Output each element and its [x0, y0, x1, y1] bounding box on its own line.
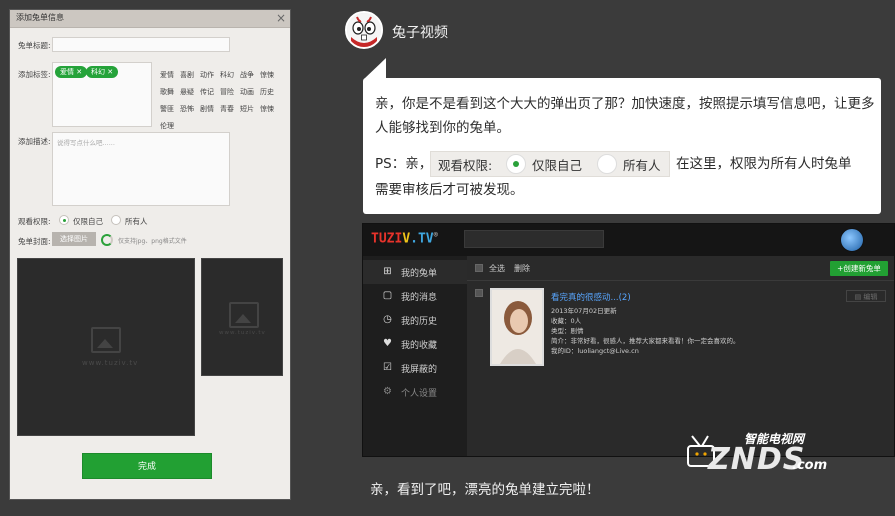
- tag-option[interactable]: 爱情: [160, 69, 180, 83]
- cover-label: 兔单封面:: [18, 237, 51, 246]
- znds-watermark: 智能电视网 ZNDS .com: [686, 428, 836, 480]
- radio-only-me-large[interactable]: [506, 154, 526, 174]
- tag-option[interactable]: 剧情: [200, 103, 220, 117]
- sidebar-item-history[interactable]: ◷ 我的历史: [363, 308, 467, 332]
- choose-image-button[interactable]: 选择图片: [52, 232, 96, 246]
- znds-main-text: ZNDS: [708, 442, 806, 477]
- tuziv-app-window: TUZIV.TV® ⊞ 我的兔单 ▢ 我的消息 ◷ 我的历史 ♥ 我的收藏 ☑ 我屏蔽的 …: [362, 223, 895, 457]
- heart-icon: ♥: [383, 338, 392, 349]
- tag-chip-scifi[interactable]: 科幻 ✕: [86, 66, 119, 78]
- close-icon[interactable]: ×: [276, 10, 286, 26]
- sidebar-item-my-tudan[interactable]: ⊞ 我的兔单: [363, 260, 469, 284]
- list-toolbar: 全选 删除 +创建新兔单: [467, 256, 894, 281]
- radio-only-me-label: 仅限自己: [73, 217, 103, 226]
- radio-everyone-large[interactable]: [597, 154, 617, 174]
- plus-square-icon: ⊞: [383, 266, 392, 277]
- footer-message: 亲，看到了吧，漂亮的兔单建立完啦！: [370, 482, 600, 498]
- clock-icon: ◷: [383, 314, 392, 325]
- tag-option[interactable]: 传记: [200, 86, 220, 100]
- tag-options: 爱情 喜剧 动作 科幻 战争 惊悚 歌舞 悬疑 传记 冒险 动画 历史 警匪 恐怖 剧情 青春 短片 惊悚 伦…: [160, 66, 282, 134]
- permission-strip-label: 观看权限:: [438, 158, 493, 173]
- tag-option[interactable]: 冒险: [220, 86, 240, 100]
- radio-only-me[interactable]: [59, 215, 69, 225]
- checkbox-icon: ☑: [383, 362, 392, 373]
- tag-option[interactable]: 青春: [220, 103, 240, 117]
- image-hint: 仅支持jpg、png格式文件: [118, 238, 187, 245]
- main-panel: 全选 删除 +创建新兔单 看完真的很感动...(2) 2013年07月02日更新…: [467, 256, 894, 456]
- sidebar: ⊞ 我的兔单 ▢ 我的消息 ◷ 我的历史 ♥ 我的收藏 ☑ 我屏蔽的 ⚙ 个人设置: [363, 256, 469, 456]
- sidebar-item-blocked[interactable]: ☑ 我屏蔽的: [363, 356, 467, 380]
- select-all-label[interactable]: 全选: [489, 263, 505, 274]
- tag-option[interactable]: 战争: [240, 69, 260, 83]
- tags-label: 添加标签:: [18, 70, 51, 79]
- chat-bubble: 亲，你是不是看到这个大大的弹出页了那？加快速度，按照提示填写信息吧，让更多人能够…: [363, 78, 881, 214]
- sidebar-item-settings[interactable]: ⚙ 个人设置: [363, 380, 467, 404]
- tag-option[interactable]: 恐怖: [180, 103, 200, 117]
- select-all-checkbox[interactable]: [475, 264, 483, 272]
- znds-suffix-text: .com: [792, 458, 828, 473]
- delete-button[interactable]: 删除: [514, 263, 530, 274]
- item-checkbox[interactable]: [475, 289, 483, 297]
- placeholder-watermark: www.tuziv.tv: [82, 359, 139, 367]
- message-square-icon: ▢: [382, 290, 393, 301]
- tag-option[interactable]: 历史: [260, 86, 280, 100]
- item-myid: 我的ID：luoliangct@Live.cn: [551, 347, 639, 355]
- tuziv-logo[interactable]: TUZIV.TV®: [371, 231, 438, 246]
- chat-username: 兔子视频: [392, 25, 448, 41]
- tag-option[interactable]: 警匪: [160, 103, 180, 117]
- edit-icon: ▤: [854, 293, 862, 301]
- item-collect-count: 收藏：0人: [551, 317, 582, 325]
- desc-label: 添加描述:: [18, 137, 51, 146]
- dialog-header: 添加兔单信息 ×: [10, 10, 290, 28]
- image-placeholder-icon: [91, 327, 121, 353]
- desc-placeholder: 说得写点什么吧......: [57, 139, 115, 147]
- chat-message-line3: 需要审核后才可被发现。: [375, 182, 524, 198]
- edit-button[interactable]: ▤ 编辑: [846, 290, 886, 302]
- rabbit-avatar: [345, 11, 383, 49]
- cover-large-placeholder[interactable]: www.tuziv.tv: [17, 258, 195, 436]
- app-topbar: TUZIV.TV®: [363, 224, 894, 257]
- item-updated: 2013年07月02日更新: [551, 307, 617, 315]
- done-button[interactable]: 完成: [82, 453, 212, 479]
- tag-option[interactable]: 动画: [240, 86, 260, 100]
- chat-message-line1: 亲，你是不是看到这个大大的弹出页了那？加快速度，按照提示填写信息吧，让更多人能够…: [375, 96, 875, 136]
- item-type: 类型：剧情: [551, 327, 584, 335]
- title-input[interactable]: [52, 37, 230, 52]
- tag-option[interactable]: 惊悚: [260, 103, 280, 117]
- radio-only-me-large-label: 仅限自己: [532, 158, 583, 173]
- item-title-link[interactable]: 看完真的很感动...(2): [551, 291, 631, 303]
- tag-option[interactable]: 惊悚: [260, 69, 280, 83]
- tag-chip-love[interactable]: 爱情 ✕: [55, 66, 88, 78]
- search-input[interactable]: [464, 230, 604, 248]
- ps-suffix: 在这里，权限为所有人时兔单: [676, 156, 852, 172]
- sidebar-item-messages[interactable]: ▢ 我的消息: [363, 284, 467, 308]
- title-label: 兔单标题:: [18, 41, 51, 50]
- gear-icon: ⚙: [383, 386, 392, 397]
- add-tudan-dialog: 添加兔单信息 × 兔单标题: 添加标签: 爱情 ✕ 科幻 ✕ 爱情 喜剧 动作 科幻战…: [9, 9, 291, 500]
- ps-prefix: PS：亲，: [375, 156, 433, 172]
- tag-option[interactable]: 科幻: [220, 69, 240, 83]
- tag-option[interactable]: 短片: [240, 103, 260, 117]
- tag-option[interactable]: 悬疑: [180, 86, 200, 100]
- dialog-title: 添加兔单信息: [16, 13, 64, 22]
- item-thumbnail[interactable]: [490, 288, 544, 366]
- create-tudan-button[interactable]: +创建新兔单: [830, 261, 888, 276]
- radio-everyone-label: 所有人: [125, 217, 148, 226]
- image-placeholder-icon: [229, 302, 259, 328]
- placeholder-watermark: www.tuziv.tv: [219, 330, 266, 336]
- radio-everyone[interactable]: [111, 215, 121, 225]
- item-intro: 简介：非常好看，很感人，推荐大家都来看看！你一定会喜欢的。: [551, 337, 740, 345]
- user-avatar[interactable]: [840, 228, 864, 252]
- tag-option[interactable]: 动作: [200, 69, 220, 83]
- cover-small-placeholder[interactable]: www.tuziv.tv: [201, 258, 283, 376]
- desc-textarea[interactable]: 说得写点什么吧......: [52, 132, 230, 206]
- sidebar-item-favorites[interactable]: ♥ 我的收藏: [363, 332, 467, 356]
- loading-spinner-icon: [101, 234, 113, 246]
- radio-everyone-large-label: 所有人: [623, 158, 661, 173]
- permission-label: 观看权限:: [18, 217, 51, 226]
- bubble-tail: [364, 58, 386, 79]
- tag-option[interactable]: 喜剧: [180, 69, 200, 83]
- tag-option[interactable]: 歌舞: [160, 86, 180, 100]
- permission-strip: 观看权限: 仅限自己 所有人: [430, 151, 670, 177]
